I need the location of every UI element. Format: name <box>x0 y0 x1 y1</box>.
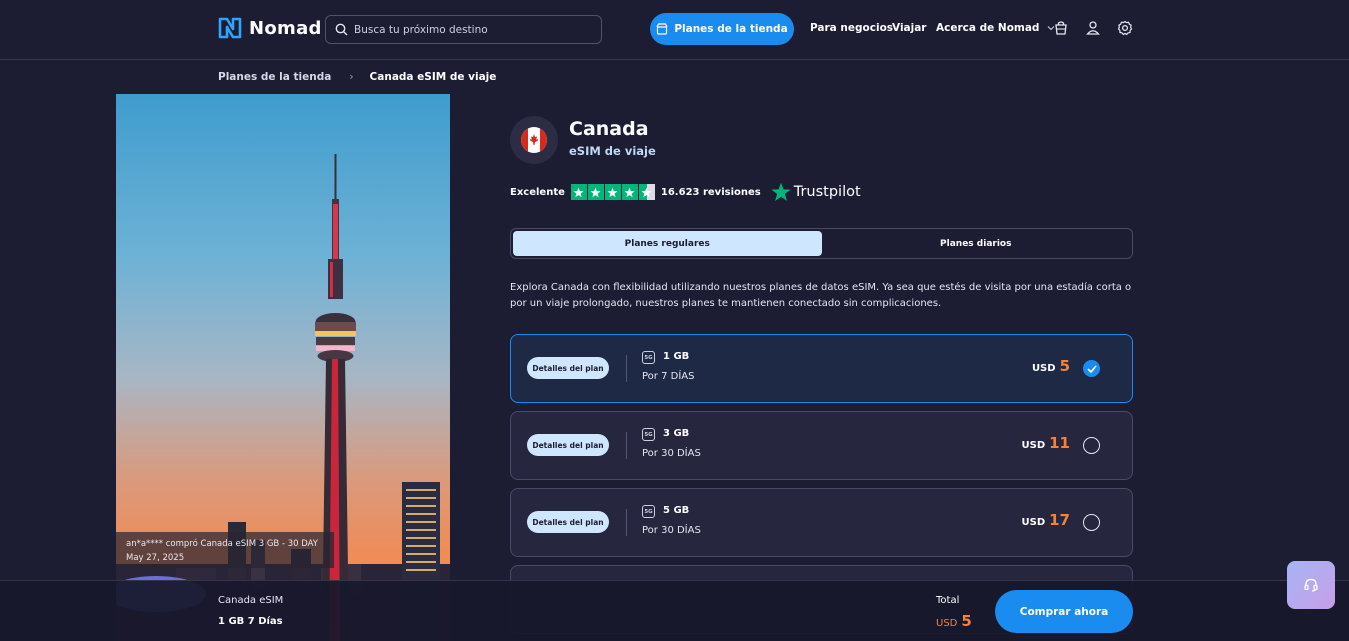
selected-product-name: Canada eSIM <box>218 595 284 606</box>
star-icon <box>621 184 638 200</box>
check-icon <box>1086 364 1097 373</box>
plan-radio[interactable] <box>1083 437 1100 454</box>
store-plans-button[interactable]: Planes de la tienda <box>650 13 794 45</box>
price-value: 11 <box>1049 434 1070 452</box>
5g-network-icon: 5G <box>642 428 655 441</box>
search-input[interactable] <box>354 23 594 36</box>
5g-network-icon: 5G <box>642 505 655 518</box>
search-icon <box>335 23 348 36</box>
price-currency: USD <box>1021 517 1046 528</box>
plan-divider <box>626 509 627 536</box>
nav-travel[interactable]: Viajar <box>892 22 927 34</box>
total-currency: USD <box>936 618 958 629</box>
breadcrumb-store-plans[interactable]: Planes de la tienda <box>218 71 331 83</box>
nav-about-label: Acerca de Nomad <box>936 22 1040 34</box>
plan-price: USD 11 <box>1022 434 1071 452</box>
nav-business[interactable]: Para negocios <box>810 22 893 34</box>
tab-daily-plans[interactable]: Planes diarios <box>822 231 1131 256</box>
plan-data-amount: 1 GB <box>663 351 690 362</box>
top-header: Nomad Planes de la tienda Para negocios … <box>0 0 1349 60</box>
price-currency: USD <box>1021 440 1046 451</box>
star-icon <box>570 184 587 200</box>
support-chat-button[interactable] <box>1287 561 1335 609</box>
breadcrumb-current: Canada eSIM de viaje <box>369 71 497 83</box>
country-title: Canada <box>569 118 649 140</box>
buy-now-button[interactable]: Comprar ahora <box>995 590 1133 633</box>
gear-icon[interactable] <box>1117 20 1133 36</box>
store-icon <box>656 23 668 35</box>
plan-type-tabs: Planes regulares Planes diarios <box>510 228 1133 259</box>
plan-details-button[interactable]: Detalles del plan <box>527 434 609 456</box>
selected-plan-summary: 1 GB 7 Días <box>218 616 283 627</box>
5g-network-icon: 5G <box>642 351 655 364</box>
plan-duration: Por 30 DÍAS <box>642 525 701 536</box>
purchase-notification: an*a**** compró Canada eSIM 3 GB - 30 DA… <box>116 532 334 568</box>
plan-card-1gb[interactable]: Detalles del plan 5G 1 GB Por 7 DÍAS USD… <box>510 334 1133 403</box>
plan-duration: Por 30 DÍAS <box>642 448 701 459</box>
cart-icon[interactable] <box>1053 20 1069 36</box>
plan-details-button[interactable]: Detalles del plan <box>527 357 609 379</box>
review-count: 16.623 revisiones <box>660 186 761 198</box>
checkout-bar: Canada eSIM 1 GB 7 Días Total USD 5 Comp… <box>0 580 1349 641</box>
price-currency: USD <box>1031 363 1056 374</box>
plans-description: Explora Canada con flexibilidad utilizan… <box>510 282 1132 309</box>
plan-card-3gb[interactable]: Detalles del plan 5G 3 GB Por 30 DÍAS US… <box>510 411 1133 480</box>
country-subtitle: eSIM de viaje <box>569 144 656 158</box>
rating-stars <box>570 184 655 200</box>
plan-divider <box>626 432 627 459</box>
trustpilot-logo[interactable]: Trustpilot <box>771 182 861 202</box>
store-plans-label: Planes de la tienda <box>674 23 788 35</box>
total-value: 5 <box>961 612 972 630</box>
headset-icon <box>1304 578 1318 592</box>
plan-radio[interactable] <box>1083 514 1100 531</box>
trustpilot-rating: Excelente 16.623 revisiones Trustpilot <box>510 182 861 202</box>
canada-flag-icon <box>521 127 547 153</box>
half-star-icon <box>638 184 655 200</box>
nomad-logo-icon <box>218 17 242 39</box>
plan-data-amount: 3 GB <box>663 428 690 439</box>
user-icon[interactable] <box>1085 20 1101 36</box>
tab-regular-plans[interactable]: Planes regulares <box>513 231 822 256</box>
price-value: 5 <box>1059 357 1070 375</box>
search-box[interactable] <box>325 15 602 44</box>
logo-text: Nomad <box>249 17 322 39</box>
plan-radio-selected[interactable] <box>1083 360 1100 377</box>
breadcrumb: Planes de la tienda › Canada eSIM de via… <box>218 71 496 83</box>
star-icon <box>604 184 621 200</box>
purchase-notification-text: an*a**** compró Canada eSIM 3 GB - 30 DA… <box>126 539 318 549</box>
nomad-logo[interactable]: Nomad <box>218 17 322 39</box>
trustpilot-label: Trustpilot <box>793 184 861 200</box>
plan-duration: Por 7 DÍAS <box>642 371 695 382</box>
price-value: 17 <box>1049 511 1070 529</box>
canada-flag-badge <box>510 116 558 164</box>
plan-price: USD 17 <box>1022 511 1071 529</box>
total-price: USD 5 <box>936 612 972 630</box>
star-icon <box>587 184 604 200</box>
plan-card-5gb[interactable]: Detalles del plan 5G 5 GB Por 30 DÍAS US… <box>510 488 1133 557</box>
plan-details-button[interactable]: Detalles del plan <box>527 511 609 533</box>
plan-data-amount: 5 GB <box>663 505 690 516</box>
rating-label: Excelente <box>510 186 565 198</box>
total-label: Total <box>936 595 960 606</box>
breadcrumb-separator: › <box>349 71 354 83</box>
plan-price: USD 5 <box>1032 357 1070 375</box>
trustpilot-star-icon <box>771 182 791 201</box>
plan-divider <box>626 355 627 382</box>
purchase-notification-date: May 27, 2025 <box>126 553 185 563</box>
nav-about[interactable]: Acerca de Nomad <box>936 22 1055 34</box>
